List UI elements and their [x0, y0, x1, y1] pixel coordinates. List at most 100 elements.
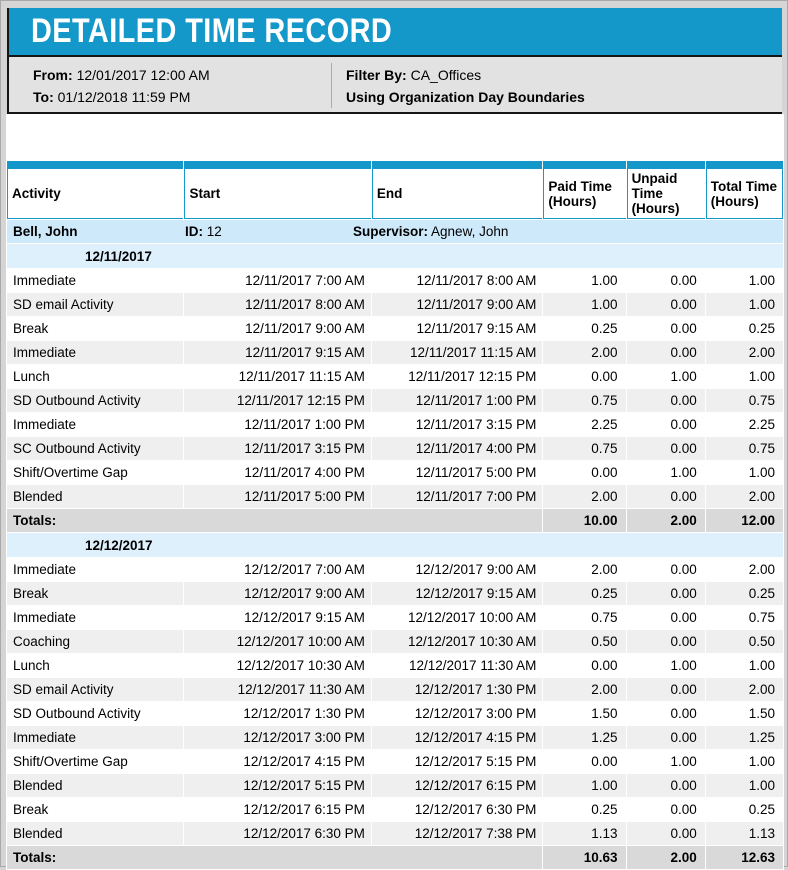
unpaid-hours-cell: 1.00 — [626, 750, 705, 773]
filter-by-value: CA_Offices — [410, 67, 482, 83]
total-hours-cell: 1.13 — [705, 822, 783, 845]
start-cell: 12/12/2017 4:15 PM — [184, 750, 371, 773]
employee-supervisor: Supervisor: Agnew, John — [353, 224, 509, 239]
totals-row: Totals: 10.63 2.00 12.63 — [7, 846, 783, 869]
unpaid-hours-cell: 1.00 — [626, 461, 705, 484]
total-hours-cell: 1.00 — [705, 269, 783, 292]
time-entry-row: Blended 12/11/2017 5:00 PM 12/11/2017 7:00… — [7, 485, 783, 508]
column-header-unpaid-time: Unpaid Time (Hours) — [626, 161, 705, 219]
unpaid-hours-cell: 0.00 — [626, 582, 705, 605]
activity-cell: Blended — [7, 774, 184, 797]
paid-hours-cell: 2.00 — [543, 558, 626, 581]
end-cell: 12/12/2017 9:00 AM — [371, 558, 543, 581]
start-cell: 12/11/2017 1:00 PM — [184, 413, 371, 436]
paid-hours-cell: 0.75 — [543, 437, 626, 460]
activity-cell: Immediate — [7, 413, 184, 436]
employee-supervisor-label: Supervisor: — [353, 224, 429, 239]
end-cell: 12/11/2017 7:00 PM — [371, 485, 543, 508]
from-label: From: — [33, 67, 73, 83]
start-cell: 12/11/2017 5:00 PM — [184, 485, 371, 508]
unpaid-hours-cell: 0.00 — [626, 341, 705, 364]
start-cell: 12/11/2017 3:15 PM — [184, 437, 371, 460]
unpaid-hours-cell: 0.00 — [626, 269, 705, 292]
time-entry-row: Immediate 12/12/2017 7:00 AM 12/12/2017 9:… — [7, 558, 783, 581]
paid-hours-cell: 1.25 — [543, 726, 626, 749]
paid-hours-cell: 2.25 — [543, 413, 626, 436]
time-entry-row: SC Outbound Activity 12/11/2017 3:15 PM 12… — [7, 437, 783, 460]
time-entry-row: SD Outbound Activity 12/11/2017 12:15 PM 1… — [7, 389, 783, 412]
activity-cell: Immediate — [7, 341, 184, 364]
paid-hours-cell: 0.75 — [543, 606, 626, 629]
totals-unpaid-hours: 2.00 — [626, 509, 705, 532]
paid-hours-cell: 0.75 — [543, 389, 626, 412]
total-hours-cell: 1.25 — [705, 726, 783, 749]
activity-cell: Immediate — [7, 558, 184, 581]
start-cell: 12/12/2017 11:30 AM — [184, 678, 371, 701]
time-entry-row: Blended 12/12/2017 5:15 PM 12/12/2017 6:15… — [7, 774, 783, 797]
total-hours-cell: 0.75 — [705, 389, 783, 412]
totals-unpaid-hours: 2.00 — [626, 846, 705, 869]
start-cell: 12/11/2017 9:00 AM — [184, 317, 371, 340]
paid-hours-cell: 0.00 — [543, 654, 626, 677]
totals-total-hours: 12.63 — [705, 846, 783, 869]
activity-cell: SD Outbound Activity — [7, 389, 184, 412]
paid-hours-cell: 0.50 — [543, 630, 626, 653]
total-hours-cell: 1.00 — [705, 365, 783, 388]
total-hours-cell: 0.25 — [705, 317, 783, 340]
time-entry-row: Blended 12/12/2017 6:30 PM 12/12/2017 7:38… — [7, 822, 783, 845]
employee-header-row: Bell, John ID: 12 Supervisor: Agnew, John — [7, 220, 783, 243]
end-cell: 12/11/2017 9:00 AM — [371, 293, 543, 316]
unpaid-hours-cell: 0.00 — [626, 702, 705, 725]
employee-name: Bell, John — [13, 224, 78, 239]
unpaid-hours-cell: 0.00 — [626, 630, 705, 653]
activity-cell: SC Outbound Activity — [7, 437, 184, 460]
totals-total-hours: 12.00 — [705, 509, 783, 532]
time-entry-row: SD Outbound Activity 12/12/2017 1:30 PM 12… — [7, 702, 783, 725]
activity-cell: Coaching — [7, 630, 184, 653]
total-hours-cell: 0.50 — [705, 630, 783, 653]
end-cell: 12/12/2017 6:30 PM — [371, 798, 543, 821]
totals-row: Totals: 10.00 2.00 12.00 — [7, 509, 783, 532]
to-label: To: — [33, 89, 54, 105]
unpaid-hours-cell: 0.00 — [626, 293, 705, 316]
total-hours-cell: 1.00 — [705, 461, 783, 484]
paid-hours-cell: 1.50 — [543, 702, 626, 725]
end-cell: 12/11/2017 1:00 PM — [371, 389, 543, 412]
total-hours-cell: 1.00 — [705, 293, 783, 316]
total-hours-cell: 2.00 — [705, 678, 783, 701]
time-entry-row: Break 12/12/2017 6:15 PM 12/12/2017 6:30 P… — [7, 798, 783, 821]
start-cell: 12/11/2017 7:00 AM — [184, 269, 371, 292]
start-cell: 12/11/2017 11:15 AM — [184, 365, 371, 388]
end-cell: 12/12/2017 11:30 AM — [371, 654, 543, 677]
total-hours-cell: 1.50 — [705, 702, 783, 725]
column-header-activity: Activity — [7, 161, 184, 219]
paid-hours-cell: 0.00 — [543, 750, 626, 773]
filter-by-row: Filter By: CA_Offices — [346, 64, 782, 86]
total-hours-cell: 1.00 — [705, 750, 783, 773]
table-header-row: Activity Start End Paid Time (Hours) Unp… — [7, 161, 783, 219]
paid-hours-cell: 0.00 — [543, 365, 626, 388]
from-value: 12/01/2017 12:00 AM — [76, 67, 210, 83]
start-cell: 12/12/2017 1:30 PM — [184, 702, 371, 725]
time-entry-row: Lunch 12/11/2017 11:15 AM 12/11/2017 12:15… — [7, 365, 783, 388]
unpaid-hours-cell: 0.00 — [626, 389, 705, 412]
start-cell: 12/11/2017 4:00 PM — [184, 461, 371, 484]
end-cell: 12/11/2017 5:00 PM — [371, 461, 543, 484]
activity-cell: Break — [7, 317, 184, 340]
start-cell: 12/12/2017 5:15 PM — [184, 774, 371, 797]
unpaid-hours-cell: 0.00 — [626, 437, 705, 460]
report-title-bar: DETAILED TIME RECORD — [7, 8, 782, 57]
activity-cell: Break — [7, 798, 184, 821]
total-hours-cell: 2.00 — [705, 341, 783, 364]
date-range-section: From: 12/01/2017 12:00 AM To: 01/12/2018… — [9, 57, 331, 112]
page-title: DETAILED TIME RECORD — [31, 12, 393, 50]
column-header-end: End — [371, 161, 543, 219]
activity-cell: Immediate — [7, 606, 184, 629]
time-entry-row: SD email Activity 12/12/2017 11:30 AM 12/1… — [7, 678, 783, 701]
totals-label: Totals: — [7, 509, 543, 532]
time-entry-row: Immediate 12/12/2017 9:15 AM 12/12/2017 10… — [7, 606, 783, 629]
unpaid-hours-cell: 0.00 — [626, 678, 705, 701]
end-cell: 12/12/2017 6:15 PM — [371, 774, 543, 797]
paid-hours-cell: 0.25 — [543, 582, 626, 605]
column-header-total-time: Total Time (Hours) — [705, 161, 783, 219]
